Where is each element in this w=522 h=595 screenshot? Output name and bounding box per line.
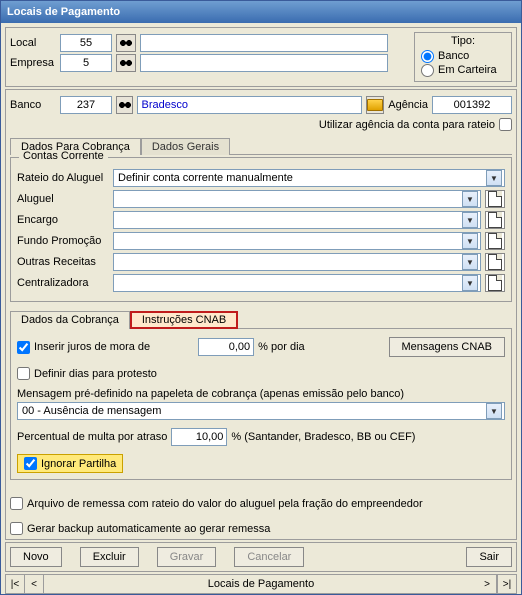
empresa-code-input[interactable]	[60, 54, 112, 72]
nav-next-button[interactable]: >	[478, 575, 497, 593]
contas-corrente-group: Contas Corrente Rateio do Aluguel Defini…	[10, 157, 512, 302]
chevron-down-icon: ▼	[462, 233, 478, 249]
cancelar-button[interactable]: Cancelar	[234, 547, 304, 567]
conta-outras-select[interactable]: ▼	[113, 253, 481, 271]
inner-tab-instrucoes-cnab[interactable]: Instruções CNAB	[130, 311, 238, 329]
local-code-input[interactable]	[60, 34, 112, 52]
protesto-checkbox[interactable]: Definir dias para protesto	[17, 367, 157, 380]
remessa-rateio-checkbox[interactable]: Arquivo de remessa com rateio do valor d…	[10, 497, 512, 510]
window-title: Locais de Pagamento	[7, 6, 120, 18]
nav-prev-button[interactable]: <	[25, 575, 44, 593]
cnab-panel: Inserir juros de mora de % por dia Mensa…	[10, 328, 512, 480]
chevron-down-icon: ▼	[462, 212, 478, 228]
rateio-agencia-checkbox[interactable]	[499, 118, 512, 131]
local-search-button[interactable]	[116, 34, 136, 52]
tipo-banco-radio[interactable]: Banco	[421, 49, 505, 63]
banco-folder-button[interactable]	[366, 96, 384, 114]
tipo-carteira-radio[interactable]: Em Carteira	[421, 63, 505, 77]
nav-last-button[interactable]: >|	[497, 575, 516, 593]
conta-central-label: Centralizadora	[17, 277, 109, 289]
contas-corrente-title: Contas Corrente	[19, 150, 108, 162]
local-name-input[interactable]	[140, 34, 388, 52]
conta-central-select[interactable]: ▼	[113, 274, 481, 292]
rateio-aluguel-label: Rateio do Aluguel	[17, 172, 109, 184]
record-navigator: |< < Locais de Pagamento > >|	[5, 574, 517, 594]
juros-unit: % por dia	[258, 341, 304, 353]
gravar-button[interactable]: Gravar	[157, 547, 217, 567]
main-panel: Banco Agência Utilizar agência da conta …	[5, 89, 517, 540]
page-icon	[488, 233, 502, 249]
conta-aluguel-select[interactable]: ▼	[113, 190, 481, 208]
juros-value-input[interactable]	[198, 338, 254, 356]
folder-icon	[367, 99, 383, 111]
page-icon	[488, 275, 502, 291]
backup-remessa-checkbox[interactable]: Gerar backup automaticamente ao gerar re…	[10, 522, 512, 535]
empresa-search-button[interactable]	[116, 54, 136, 72]
nav-title: Locais de Pagamento	[44, 575, 478, 593]
binoculars-icon	[118, 99, 132, 111]
novo-button[interactable]: Novo	[10, 547, 62, 567]
nav-first-button[interactable]: |<	[6, 575, 25, 593]
page-icon	[488, 212, 502, 228]
conta-fundo-label: Fundo Promoção	[17, 235, 109, 247]
rateio-agencia-label: Utilizar agência da conta para rateio	[319, 119, 495, 131]
conta-encargo-label: Encargo	[17, 214, 109, 226]
banco-label: Banco	[10, 99, 56, 111]
chevron-down-icon: ▼	[462, 275, 478, 291]
mensagens-cnab-button[interactable]: Mensagens CNAB	[389, 337, 506, 357]
juros-checkbox[interactable]: Inserir juros de mora de	[17, 341, 150, 354]
banco-name-input[interactable]	[137, 96, 362, 114]
conta-aluguel-label: Aluguel	[17, 193, 109, 205]
tipo-title: Tipo:	[421, 35, 505, 47]
rateio-aluguel-select[interactable]: Definir conta corrente manualmente▼	[113, 169, 505, 187]
sair-button[interactable]: Sair	[466, 547, 512, 567]
ignorar-partilha-checkbox[interactable]: Ignorar Partilha	[17, 454, 123, 473]
agencia-input[interactable]	[432, 96, 512, 114]
mensagem-select[interactable]: 00 - Ausência de mensagem▼	[17, 402, 505, 420]
banco-code-input[interactable]	[60, 96, 112, 114]
chevron-down-icon: ▼	[462, 191, 478, 207]
chevron-down-icon: ▼	[486, 170, 502, 186]
chevron-down-icon: ▼	[462, 254, 478, 270]
empresa-label: Empresa	[10, 57, 56, 69]
conta-aluguel-new-button[interactable]	[485, 190, 505, 208]
footer-button-bar: Novo Excluir Gravar Cancelar Sair	[5, 542, 517, 572]
conta-central-new-button[interactable]	[485, 274, 505, 292]
conta-fundo-new-button[interactable]	[485, 232, 505, 250]
conta-outras-new-button[interactable]	[485, 253, 505, 271]
window-titlebar: Locais de Pagamento	[1, 1, 521, 23]
inner-tab-dados-cobranca[interactable]: Dados da Cobrança	[10, 311, 130, 329]
multa-label: Percentual de multa por atraso	[17, 431, 167, 443]
multa-unit: % (Santander, Bradesco, BB ou CEF)	[231, 431, 415, 443]
banco-search-button[interactable]	[116, 96, 133, 114]
conta-fundo-select[interactable]: ▼	[113, 232, 481, 250]
conta-outras-label: Outras Receitas	[17, 256, 109, 268]
chevron-down-icon: ▼	[486, 403, 502, 419]
conta-encargo-new-button[interactable]	[485, 211, 505, 229]
excluir-button[interactable]: Excluir	[80, 547, 139, 567]
binoculars-icon	[119, 37, 133, 49]
page-icon	[488, 191, 502, 207]
local-label: Local	[10, 37, 56, 49]
top-panel: Local Empresa Tipo: Banco Em	[5, 27, 517, 87]
tab-dados-gerais[interactable]: Dados Gerais	[141, 138, 230, 155]
tipo-group: Tipo: Banco Em Carteira	[414, 32, 512, 82]
agencia-label: Agência	[388, 99, 428, 111]
empresa-name-input[interactable]	[140, 54, 388, 72]
mensagem-label: Mensagem pré-definido na papeleta de cob…	[17, 388, 505, 400]
multa-value-input[interactable]	[171, 428, 227, 446]
conta-encargo-select[interactable]: ▼	[113, 211, 481, 229]
binoculars-icon	[119, 57, 133, 69]
page-icon	[488, 254, 502, 270]
